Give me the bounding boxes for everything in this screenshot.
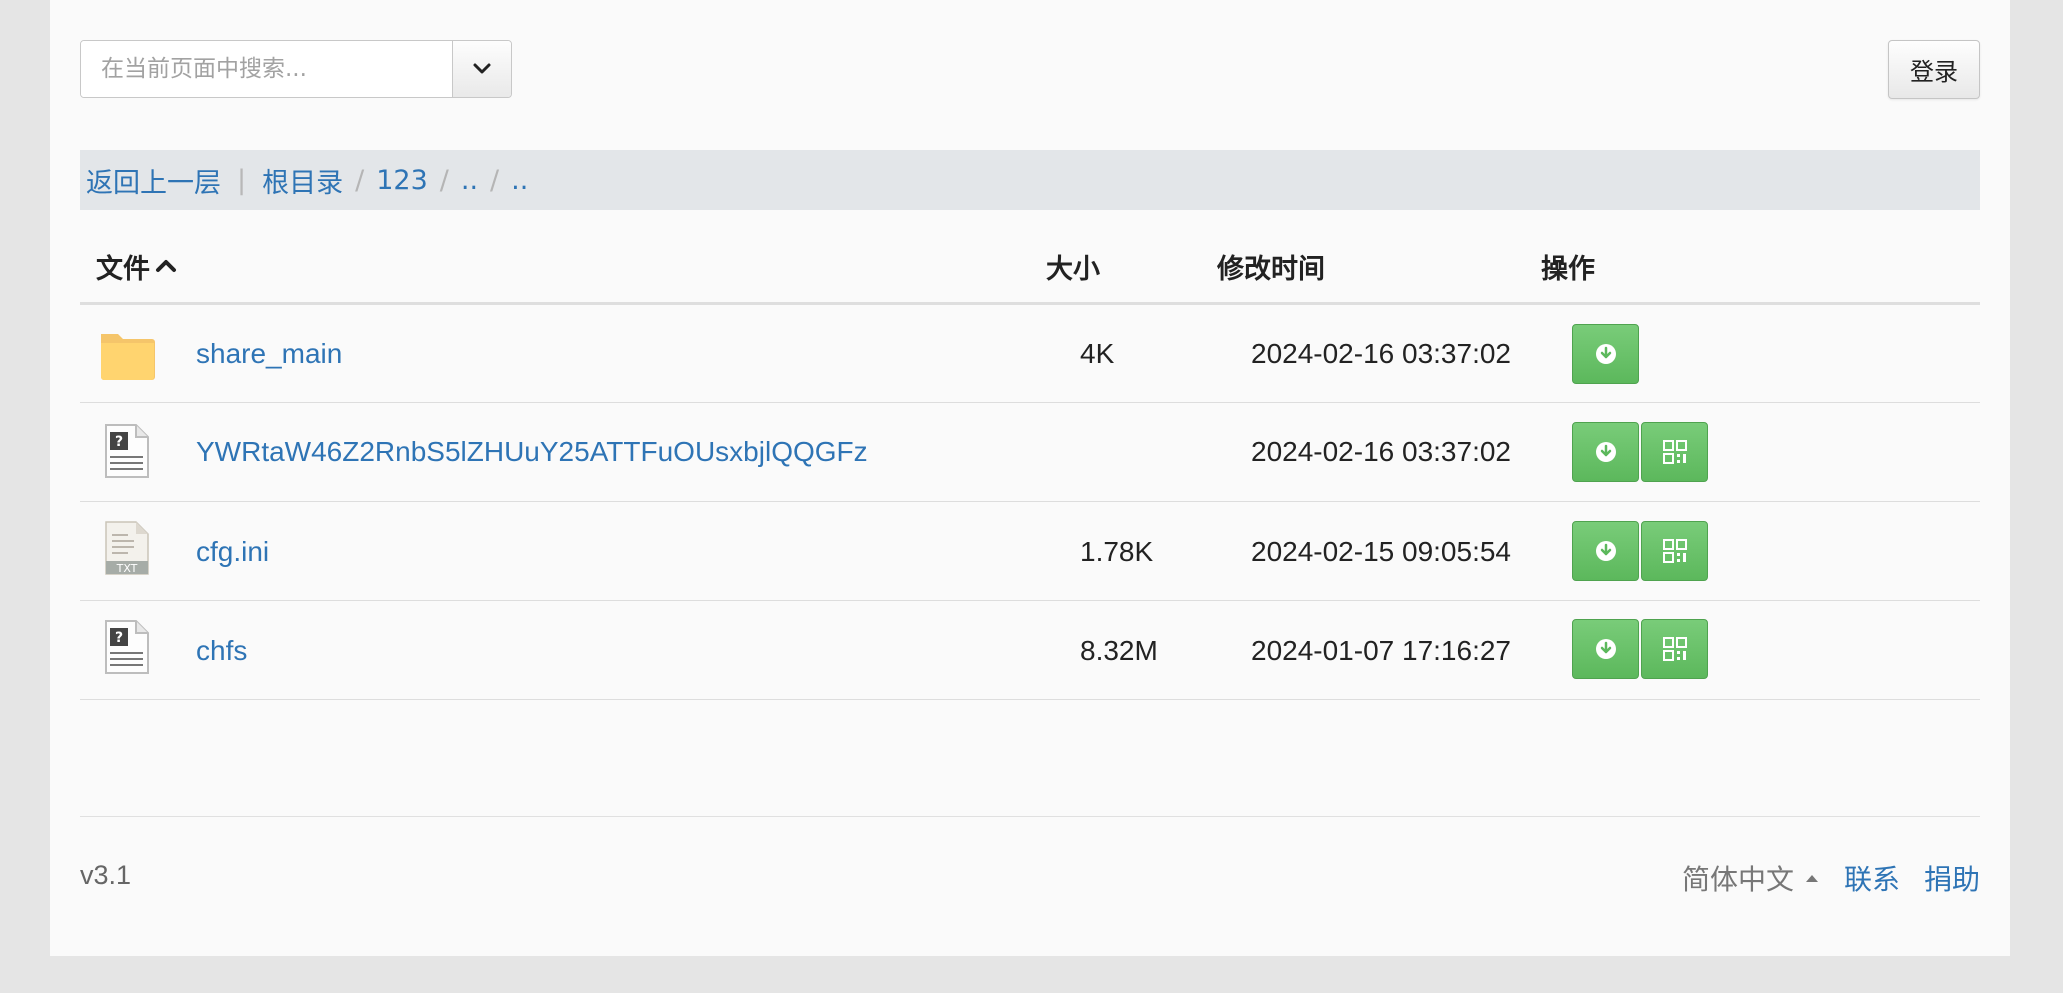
column-header-modified[interactable]: 修改时间 (1217, 247, 1325, 286)
language-selector[interactable]: 简体中文 (1682, 858, 1820, 898)
contact-link[interactable]: 联系 (1844, 858, 1900, 898)
chevron-down-icon (473, 63, 491, 74)
qrcode-icon (1662, 440, 1687, 464)
version-label: v3.1 (80, 860, 132, 890)
file-modified-time: 2024-02-16 03:37:02 (1251, 436, 1511, 467)
column-header-file[interactable]: 文件 (96, 247, 150, 286)
file-name-link[interactable]: share_main (196, 340, 342, 368)
breadcrumb-separator: / (439, 164, 449, 196)
column-header-size[interactable]: 大小 (1046, 247, 1100, 286)
download-button[interactable] (1572, 619, 1639, 679)
table-row: ? YWRtaW46Z2RnbS5lZHUuY25ATTFuOUsxbjlQQG… (80, 404, 1980, 502)
footer-links: 简体中文 联系 捐助 (1682, 858, 1980, 898)
breadcrumb-separator: / (490, 164, 500, 196)
file-name-link[interactable]: chfs (196, 637, 247, 665)
svg-text:?: ? (115, 630, 123, 646)
table-header: 文件 大小 修改时间 操作 (80, 225, 1980, 305)
table-row: TXT cfg.ini 1.78K 2024-02-15 09:05:54 (80, 503, 1980, 601)
footer-divider (80, 816, 1980, 817)
download-button[interactable] (1572, 324, 1639, 384)
unknown-file-icon: ? (98, 422, 156, 480)
download-button[interactable] (1572, 521, 1639, 581)
qrcode-button[interactable] (1641, 619, 1708, 679)
qrcode-button[interactable] (1641, 422, 1708, 482)
unknown-file-icon: ? (98, 618, 156, 676)
language-label: 简体中文 (1681, 863, 1794, 896)
download-button[interactable] (1572, 422, 1639, 482)
download-icon (1595, 442, 1616, 462)
back-link[interactable]: 返回上一层 (86, 161, 221, 200)
chevron-up-icon (156, 259, 176, 272)
download-icon (1595, 639, 1616, 659)
download-icon (1595, 541, 1616, 561)
file-modified-time: 2024-01-07 17:16:27 (1251, 635, 1511, 666)
search-group (80, 40, 512, 98)
login-button[interactable]: 登录 (1888, 40, 1980, 99)
search-input[interactable] (81, 41, 453, 97)
breadcrumb-item-root[interactable]: 根目录 (262, 161, 343, 200)
file-name-link[interactable]: cfg.ini (196, 538, 269, 566)
file-size: 8.32M (1080, 635, 1158, 666)
main-panel: 登录 返回上一层 | 根目录 / 123 / .. / .. 文件 大小 修改时… (50, 0, 2010, 956)
file-modified-time: 2024-02-16 03:37:02 (1251, 338, 1511, 369)
qrcode-icon (1662, 539, 1687, 563)
breadcrumb-item-123[interactable]: 123 (376, 165, 428, 196)
table-row: ? chfs 8.32M 2024-01-07 17:16:27 (80, 602, 1980, 700)
file-modified-time: 2024-02-15 09:05:54 (1251, 536, 1511, 567)
file-size: 4K (1080, 338, 1115, 369)
download-icon (1595, 344, 1616, 364)
qrcode-icon (1662, 637, 1687, 661)
breadcrumb-item-parent[interactable]: .. (511, 165, 528, 196)
svg-text:TXT: TXT (116, 562, 138, 575)
qrcode-button[interactable] (1641, 521, 1708, 581)
folder-icon (98, 325, 156, 383)
search-dropdown-button[interactable] (452, 41, 511, 97)
breadcrumb-item-parent[interactable]: .. (461, 165, 478, 196)
breadcrumb-separator: / (355, 164, 365, 196)
file-name-link[interactable]: YWRtaW46Z2RnbS5lZHUuY25ATTFuOUsxbjlQQGFz (196, 438, 868, 466)
column-header-actions: 操作 (1541, 254, 1595, 285)
file-size: 1.78K (1080, 536, 1154, 567)
svg-text:?: ? (115, 434, 123, 450)
caret-up-icon (1805, 875, 1818, 882)
txt-file-icon: TXT (98, 519, 156, 577)
breadcrumb: 返回上一层 | 根目录 / 123 / .. / .. (80, 150, 1980, 210)
donate-link[interactable]: 捐助 (1924, 858, 1980, 898)
table-row: share_main 4K 2024-02-16 03:37:02 (80, 305, 1980, 403)
breadcrumb-divider: | (237, 164, 247, 196)
